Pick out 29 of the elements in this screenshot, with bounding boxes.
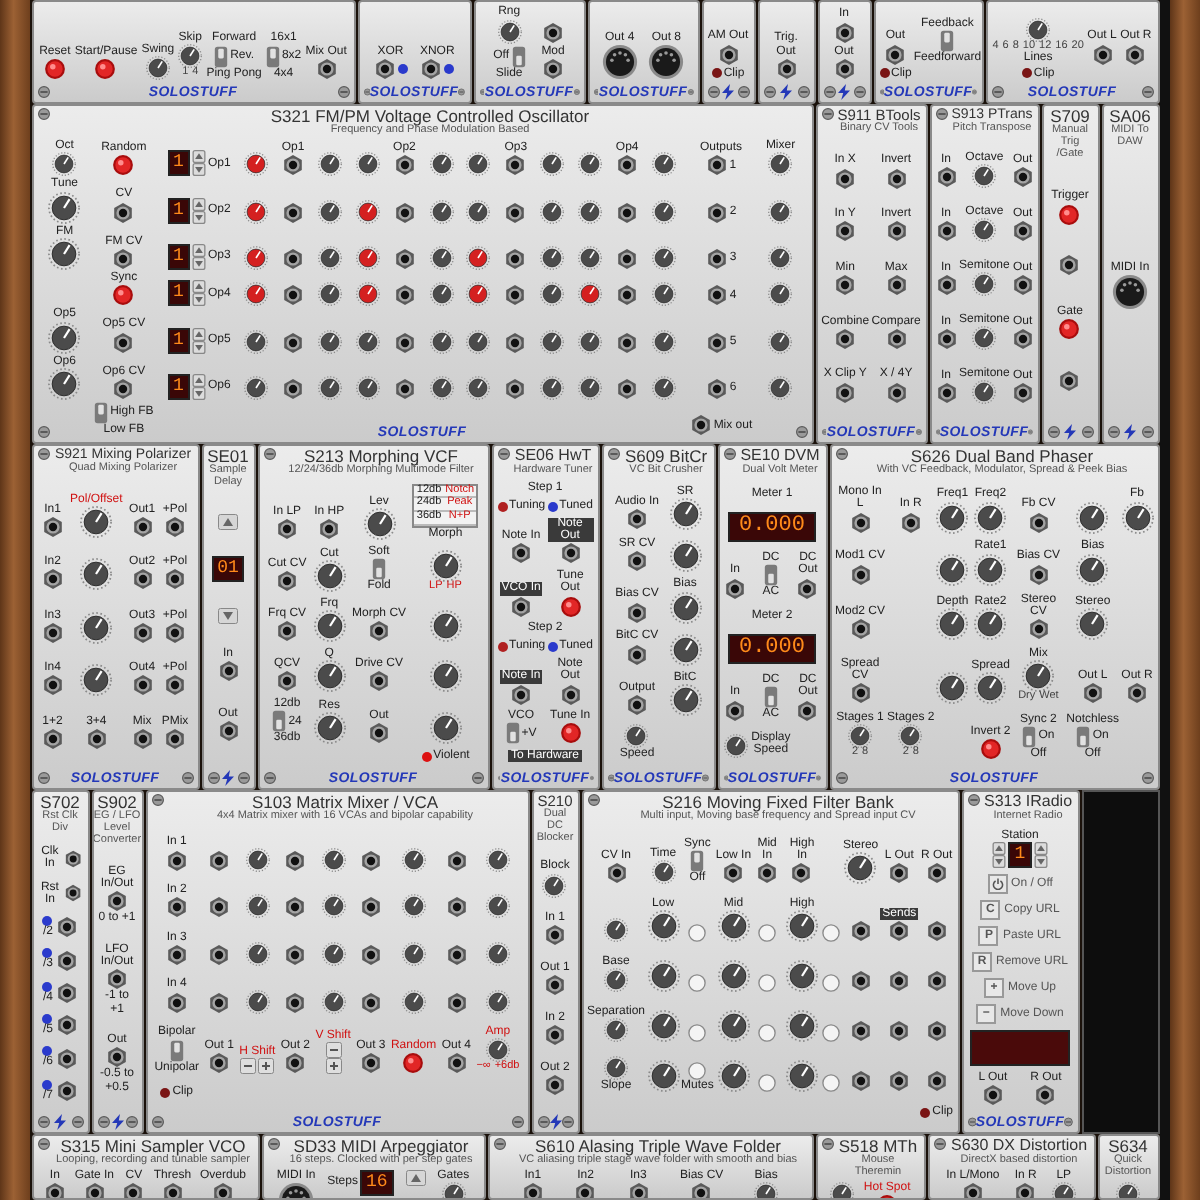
led-display: 1	[167, 150, 190, 177]
module-title: SE10 DVM	[740, 448, 820, 464]
led-display: 1	[167, 244, 190, 270]
led-display: 0.000	[728, 511, 815, 542]
led-display: 0.000	[728, 633, 815, 664]
module-title: S313 IRadio	[983, 794, 1073, 810]
led-display: 1	[167, 197, 190, 224]
led-display: 1	[167, 327, 190, 354]
module-title: S321 FM/PM Voltage Controlled Oscillator	[270, 108, 590, 126]
module-title: S626 Dual Band Phaser	[910, 448, 1094, 466]
module-title: S213 Morphing VCF	[303, 448, 458, 466]
module-title: S630 DX Distortion	[950, 1138, 1088, 1154]
module-title: S634	[1108, 1138, 1148, 1156]
module-title: S609 BitCr	[624, 448, 708, 466]
module-title: S103 Matrix Mixer / VCA	[251, 794, 439, 812]
led-display: 1	[1008, 841, 1032, 868]
led-display: 16	[359, 1170, 394, 1197]
led-display: 01	[211, 556, 245, 583]
module-title: S610 Alasing Triple Wave Folder	[535, 1138, 781, 1156]
module-title: S216 Moving Fixed Filter Bank	[662, 794, 894, 812]
led-display: 1	[167, 280, 190, 307]
module-title: SE01	[207, 448, 249, 466]
module-title: SE06 HwT	[514, 448, 592, 464]
module-title: S902	[97, 794, 137, 812]
module-title: S315 Mini Sampler VCO	[60, 1138, 246, 1156]
module-title: S702	[40, 794, 80, 812]
led-display: 1	[167, 373, 190, 400]
module-title: S709	[1050, 108, 1090, 126]
module-title: SD33 MIDI Arpeggiator	[293, 1138, 469, 1156]
